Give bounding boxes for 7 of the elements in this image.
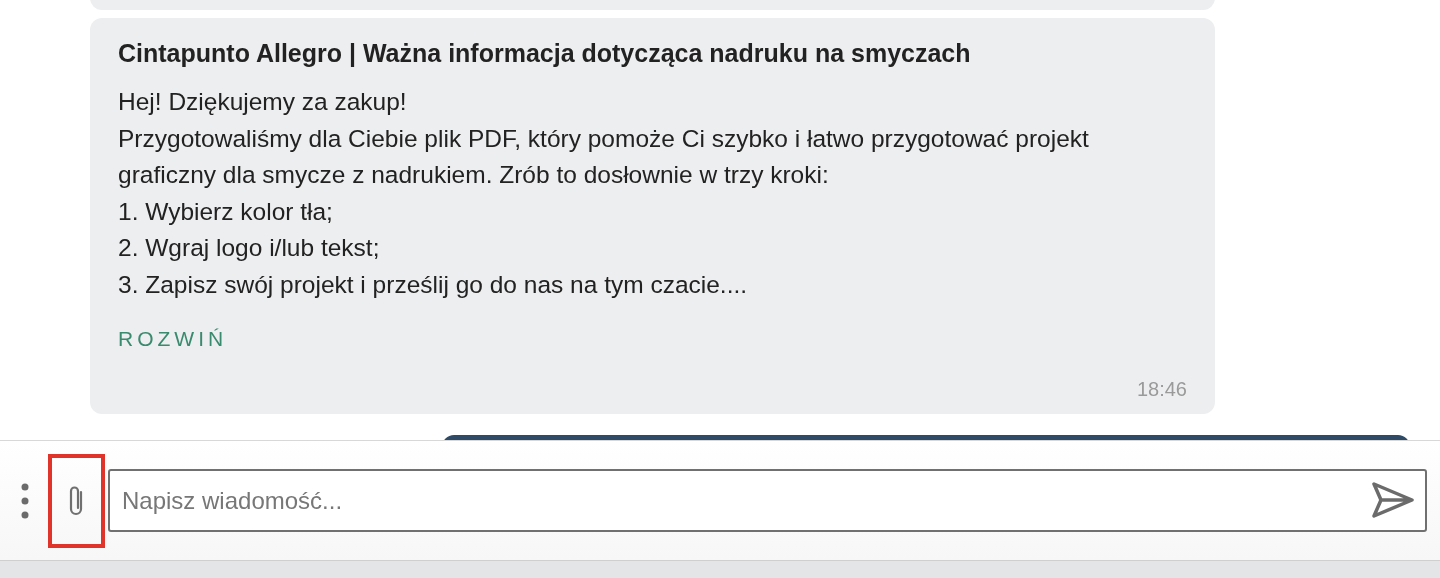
send-icon[interactable] bbox=[1371, 481, 1415, 519]
message-text: Hej! Dziękujemy za zakup! Przygotowaliśmy dla Ciebie plik PDF, który pomoże Ci szybko i łatwo przygotować projekt graficzny dla smycze z nadrukiem. Zrób to dosłownie w trzy kroki: 1. Wybierz kolor tła; 2. Wgraj logo i/lub tekst; 3. Zapisz swój projekt i prześlij go do nas na tym czacie.... bbox=[118, 87, 1090, 300]
expand-link[interactable]: ROZWIŃ bbox=[118, 323, 228, 354]
message-title: Cintapunto Allegro | Ważna informacja dotycząca nadruku na smyczach bbox=[118, 38, 972, 68]
more-options-icon[interactable] bbox=[20, 482, 30, 519]
message-time: 18:46 bbox=[1136, 377, 1187, 402]
message-input[interactable]: Napisz wiadomość... bbox=[108, 469, 1427, 532]
